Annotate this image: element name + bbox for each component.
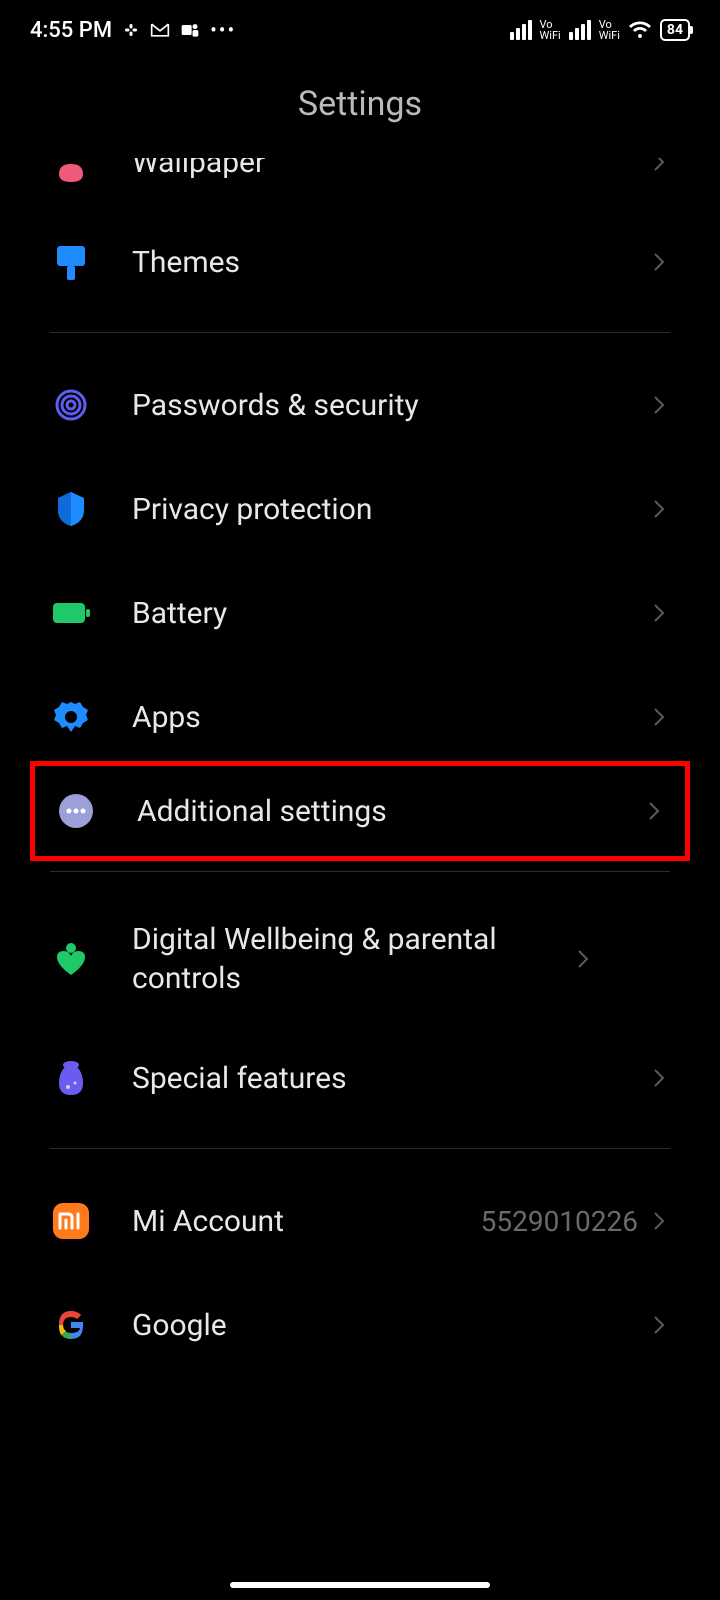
highlight-box: Additional settings	[30, 761, 690, 861]
item-label: Themes	[132, 243, 648, 282]
vowifi-label-2: Vo WiFi	[599, 19, 620, 41]
settings-item-battery[interactable]: Battery	[0, 561, 720, 665]
settings-item-privacy[interactable]: Privacy protection	[0, 457, 720, 561]
item-label: Apps	[132, 698, 648, 737]
settings-item-special[interactable]: Special features	[0, 1026, 720, 1130]
divider	[50, 1148, 670, 1149]
gmail-icon	[150, 22, 170, 38]
home-indicator[interactable]	[230, 1582, 490, 1588]
signal-icon-2	[569, 20, 591, 40]
settings-item-wellbeing[interactable]: Digital Wellbeing & parental controls	[0, 892, 720, 1026]
slack-icon	[122, 21, 140, 39]
item-label: Battery	[132, 594, 648, 633]
wifi-icon	[628, 20, 652, 40]
settings-list[interactable]: Wallpaper Themes Passwords & security Pr…	[0, 158, 720, 1377]
chevron-right-icon	[648, 498, 670, 520]
signal-icon-1	[510, 20, 532, 40]
vowifi-label-1: Vo WiFi	[540, 19, 561, 41]
item-label: Mi Account	[132, 1202, 481, 1241]
flask-icon	[50, 1057, 92, 1099]
chevron-right-icon	[648, 394, 670, 416]
status-left: 4:55 PM •••	[30, 18, 236, 43]
settings-item-apps[interactable]: Apps	[0, 665, 720, 769]
mi-logo-icon	[50, 1200, 92, 1242]
item-label: Additional settings	[137, 792, 643, 831]
gear-icon	[50, 696, 92, 738]
wellbeing-icon	[50, 938, 92, 980]
status-right: Vo WiFi Vo WiFi 84	[510, 19, 690, 41]
shield-icon	[50, 488, 92, 530]
settings-item-google[interactable]: Google	[0, 1273, 720, 1377]
item-label: Passwords & security	[132, 386, 648, 425]
settings-item-mi-account[interactable]: Mi Account 5529010226	[0, 1169, 720, 1273]
status-bar: 4:55 PM ••• Vo WiFi Vo WiFi 84	[0, 0, 720, 60]
chevron-right-icon	[648, 706, 670, 728]
page-title: Settings	[0, 60, 720, 158]
settings-item-passwords-security[interactable]: Passwords & security	[0, 353, 720, 457]
wallpaper-icon	[50, 158, 92, 199]
chevron-right-icon	[648, 251, 670, 273]
settings-item-additional[interactable]: Additional settings	[35, 766, 685, 856]
settings-item-themes[interactable]: Themes	[0, 210, 720, 314]
divider	[50, 871, 670, 872]
chevron-right-icon	[648, 1067, 670, 1089]
more-icon: •••	[210, 18, 236, 42]
settings-item-wallpaper[interactable]: Wallpaper	[0, 158, 720, 210]
themes-icon	[50, 241, 92, 283]
item-label: Google	[132, 1306, 648, 1345]
item-label: Privacy protection	[132, 490, 648, 529]
item-label: Wallpaper	[132, 158, 648, 182]
status-time: 4:55 PM	[30, 18, 112, 43]
battery-icon	[50, 592, 92, 634]
google-logo-icon	[50, 1304, 92, 1346]
chevron-right-icon	[643, 800, 665, 822]
divider	[50, 332, 670, 333]
chevron-right-icon	[648, 602, 670, 624]
chevron-right-icon	[648, 1314, 670, 1336]
chevron-right-icon	[648, 1210, 670, 1232]
item-label: Digital Wellbeing & parental controls	[132, 920, 572, 998]
more-circle-icon	[55, 790, 97, 832]
item-label: Special features	[132, 1059, 648, 1098]
battery-icon: 84	[660, 19, 690, 41]
teams-icon	[180, 21, 200, 39]
chevron-right-icon	[572, 948, 594, 970]
chevron-right-icon	[648, 158, 670, 173]
item-value: 5529010226	[481, 1205, 638, 1238]
fingerprint-icon	[50, 384, 92, 426]
